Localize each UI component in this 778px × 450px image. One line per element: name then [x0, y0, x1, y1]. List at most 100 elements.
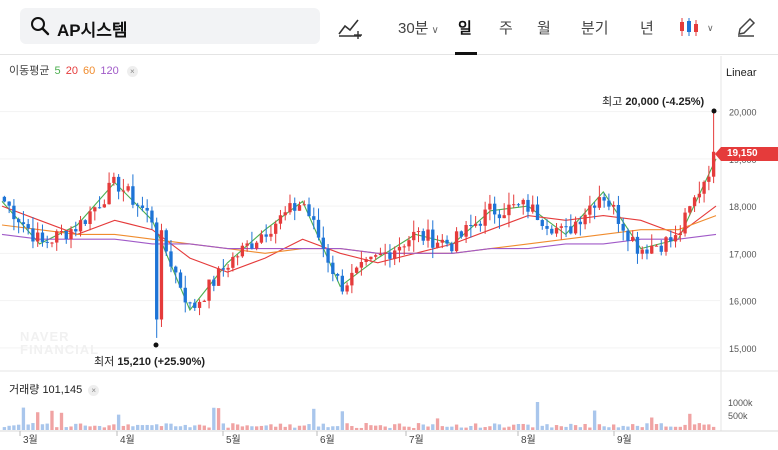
candle-body	[435, 242, 440, 248]
candle-body	[2, 196, 7, 202]
candle-body	[521, 199, 525, 205]
candle-body	[340, 275, 345, 292]
candle-body	[631, 236, 635, 241]
candle-body	[464, 225, 468, 237]
add-indicator-icon[interactable]	[336, 14, 366, 42]
candle-body	[440, 239, 444, 243]
volume-bar	[607, 427, 611, 430]
volume-bar	[650, 417, 654, 430]
volume-bar	[521, 423, 525, 430]
volume-bar	[454, 424, 459, 430]
volume-bar	[711, 426, 716, 430]
volume-bar	[526, 424, 530, 430]
candle-body	[145, 207, 149, 211]
watermark-line-2: FINANCIAL	[20, 342, 100, 357]
volume-bar	[450, 426, 454, 430]
volume-bar	[40, 424, 45, 430]
volume-bar	[378, 425, 383, 430]
interval-dropdown[interactable]: 30분 ∨	[398, 17, 439, 38]
candle-body	[393, 250, 397, 259]
volume-bar	[178, 426, 183, 430]
tab-year[interactable]: 년	[640, 17, 654, 38]
candle-body	[178, 272, 183, 288]
candle-body	[293, 203, 297, 211]
volume-bar	[16, 424, 21, 430]
volume-bar	[583, 423, 587, 430]
candle-body	[231, 256, 235, 268]
tab-day[interactable]: 일	[458, 17, 472, 38]
volume-bar	[169, 423, 173, 430]
candle-body	[597, 197, 602, 208]
candle-body	[97, 207, 102, 209]
candle-body	[326, 248, 330, 263]
volume-bar	[426, 426, 430, 430]
volume-bar	[654, 424, 659, 430]
high-price-label: 최고 20,000 (-4.25%)	[602, 93, 704, 109]
candle-body	[426, 229, 430, 241]
candle-body	[702, 181, 706, 194]
volume-bar	[116, 414, 121, 430]
candle-style-icon[interactable]: ∨	[678, 16, 718, 38]
volume-bar	[293, 427, 297, 430]
candle-body	[307, 204, 311, 217]
pencil-icon[interactable]	[734, 15, 758, 39]
tab-month[interactable]: 월	[537, 17, 551, 38]
candle-body	[540, 220, 544, 227]
volume-bar	[364, 423, 368, 430]
close-icon[interactable]: ×	[88, 384, 100, 396]
volume-bar	[264, 425, 268, 430]
stock-name[interactable]: AP시스템	[57, 16, 128, 41]
volume-bar	[688, 413, 692, 430]
volume-bar	[150, 425, 154, 430]
volume-bar	[492, 423, 497, 430]
candle-body	[478, 223, 483, 226]
volume-bar	[354, 427, 359, 430]
candle-body	[116, 176, 121, 192]
scale-mode-label[interactable]: Linear	[726, 67, 757, 79]
volume-bar	[302, 425, 306, 430]
volume-bar	[31, 423, 35, 430]
candle-body	[431, 229, 435, 248]
volume-bar	[350, 426, 354, 430]
ma-5-label: 5	[54, 65, 61, 77]
volume-bar	[611, 424, 616, 430]
candle-body	[573, 221, 578, 234]
volume-bar	[278, 423, 283, 430]
volume-bar	[102, 427, 107, 430]
candle-body	[250, 243, 254, 249]
volume-bar	[321, 423, 325, 430]
volume-bar	[335, 426, 340, 430]
candle-body	[83, 220, 87, 225]
moving-average-lines	[1, 158, 717, 312]
candle-body	[388, 252, 392, 259]
tab-quarter[interactable]: 분기	[581, 17, 609, 38]
candle-body	[93, 207, 97, 212]
candle-body	[550, 228, 554, 234]
candle-body	[107, 182, 111, 205]
candle-body	[354, 267, 359, 273]
volume-bar	[373, 425, 378, 430]
volume-bar	[569, 423, 573, 430]
candle-body	[240, 245, 245, 257]
price-tick-label: 15,000	[729, 344, 757, 354]
search-icon	[31, 17, 50, 36]
volume-bar	[512, 424, 516, 430]
candle-body	[673, 235, 678, 242]
candle-body	[226, 267, 230, 270]
volume-bar	[45, 423, 49, 430]
volume-bar	[388, 427, 392, 430]
volume-bar	[645, 423, 649, 430]
tab-week[interactable]: 주	[499, 17, 513, 38]
stock-search-box[interactable]: AP시스템	[20, 8, 320, 44]
candle-body	[45, 241, 49, 243]
volume-bar	[312, 408, 316, 430]
candle-body	[364, 259, 368, 263]
volume-bar	[550, 427, 554, 430]
volume-bar	[307, 424, 311, 430]
svg-text:∨: ∨	[707, 23, 714, 33]
candle-body	[169, 251, 173, 267]
candle-body	[588, 205, 592, 215]
close-icon[interactable]: ×	[126, 65, 138, 77]
candle-body	[269, 233, 273, 237]
candle-body	[297, 205, 302, 211]
